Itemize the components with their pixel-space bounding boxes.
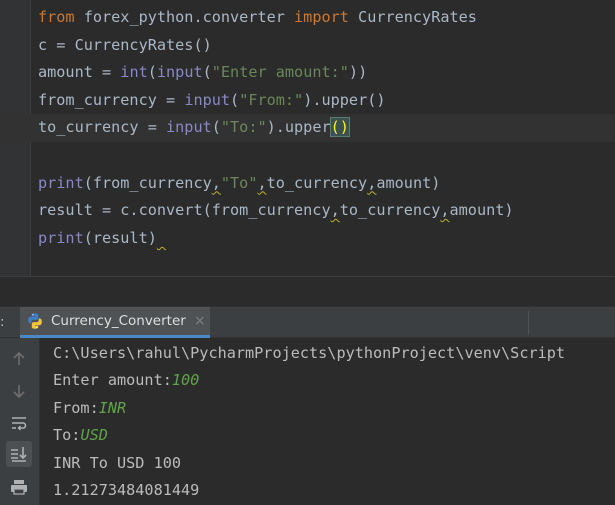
soft-wrap-button[interactable] (6, 410, 32, 436)
run-tab-label: Currency_Converter (51, 313, 186, 329)
code-token: "Enter amount:" (211, 63, 349, 82)
code-token: () (329, 117, 350, 138)
scroll-to-end-icon (11, 447, 27, 462)
console-output: C:\Users\rahul\PycharmProjects\pythonPro… (53, 340, 565, 504)
console-text: To: (53, 426, 81, 445)
code-token: from_currency = (38, 90, 185, 109)
code-line[interactable]: from forex_python.converter import Curre… (38, 4, 615, 32)
code-token: , (440, 201, 450, 220)
soft-wrap-icon (12, 417, 27, 431)
code-token: import (294, 8, 349, 26)
code-token: int (120, 63, 148, 82)
console-text: C:\Users\rahul\PycharmProjects\pythonPro… (53, 344, 566, 362)
console-line: Enter amount:100 (53, 367, 565, 394)
code-token: amount) (449, 201, 514, 220)
code-line[interactable]: amount = int(input("Enter amount:")) (38, 59, 615, 87)
run-tab-currency-converter[interactable]: Currency_Converter × (20, 307, 210, 338)
code-token: ).upper (266, 118, 331, 137)
code-token: , (330, 201, 340, 220)
code-line[interactable] (38, 142, 615, 170)
console-text: From: (53, 398, 99, 417)
code-editor[interactable]: from forex_python.converter import Curre… (0, 0, 615, 276)
code-token: input (184, 90, 231, 109)
run-tool-window-header: : Currency_Converter × (0, 306, 615, 338)
console-text: INR To USD 100 (53, 453, 182, 472)
console-user-input: INR (98, 398, 127, 417)
console-line: C:\Users\rahul\PycharmProjects\pythonPro… (53, 340, 565, 367)
code-token: "To:" (220, 118, 267, 137)
scroll-to-end-button[interactable] (6, 441, 32, 467)
code-token: to_currency = (38, 118, 167, 137)
code-token: , (211, 173, 221, 192)
code-line[interactable]: from_currency = input("From:").upper() (38, 87, 615, 115)
code-token: "To" (220, 173, 258, 192)
run-console[interactable]: C:\Users\rahul\PycharmProjects\pythonPro… (40, 338, 615, 505)
scroll-down-icon (13, 385, 25, 399)
code-line[interactable]: c = CurrencyRates() (38, 32, 615, 60)
code-line[interactable]: result = c.convert(from_currency,to_curr… (38, 197, 615, 225)
code-token: to_currency (266, 173, 368, 192)
console-toolbar (0, 338, 40, 505)
code-token: ( (230, 90, 240, 109)
code-token: print (38, 173, 84, 192)
code-token: ( (211, 118, 221, 137)
code-token: amount) (376, 173, 441, 192)
code-line[interactable]: print(from_currency,"To",to_currency,amo… (38, 170, 615, 198)
code-line[interactable]: to_currency = input("To:").upper() (0, 114, 615, 142)
console-line: INR To USD 100 (53, 450, 565, 477)
code-token: "From:" (239, 90, 304, 109)
close-icon[interactable]: × (194, 313, 206, 329)
code-token: (from_currency (83, 173, 212, 192)
scroll-up-button[interactable] (6, 346, 32, 372)
code-token: amount = (38, 63, 121, 82)
python-icon (28, 313, 42, 329)
code-token: forex_python.converter (74, 8, 295, 26)
editor-bottom-area (0, 276, 615, 307)
code-token: )) (348, 63, 368, 82)
console-line: 1.21273484081449 (53, 477, 565, 504)
code-token: ).upper() (303, 90, 386, 109)
console-text: 1.21273484081449 (53, 481, 200, 500)
code-line[interactable]: print(result) (38, 225, 615, 253)
code-token: to_currency (339, 201, 441, 220)
console-line: From:INR (53, 395, 565, 422)
code-token: print (38, 228, 84, 247)
scroll-down-button[interactable] (6, 378, 32, 404)
code-token: c = CurrencyRates() (38, 35, 212, 54)
code-token: , (257, 173, 267, 192)
console-line: To:USD (53, 422, 565, 449)
code-token: from (38, 8, 75, 26)
code-token: CurrencyRates (348, 8, 477, 26)
code-token: (result) (83, 228, 157, 247)
code-token: ( (147, 63, 157, 82)
code-token: , (367, 173, 377, 192)
code-token: input (166, 118, 212, 137)
console-user-input: 100 (171, 371, 200, 390)
code-token: input (156, 63, 203, 82)
console-user-input: USD (80, 426, 108, 445)
header-separator (528, 311, 529, 335)
code-token: result = c.convert(from_currency (38, 201, 331, 220)
code-token: ( (202, 63, 212, 82)
run-header-prefix: : (0, 314, 5, 330)
console-text: Enter amount: (53, 371, 172, 390)
print-icon (11, 480, 27, 495)
print-button[interactable] (6, 474, 32, 500)
code-area[interactable]: from forex_python.converter import Curre… (0, 4, 615, 253)
scroll-up-icon (13, 351, 25, 365)
